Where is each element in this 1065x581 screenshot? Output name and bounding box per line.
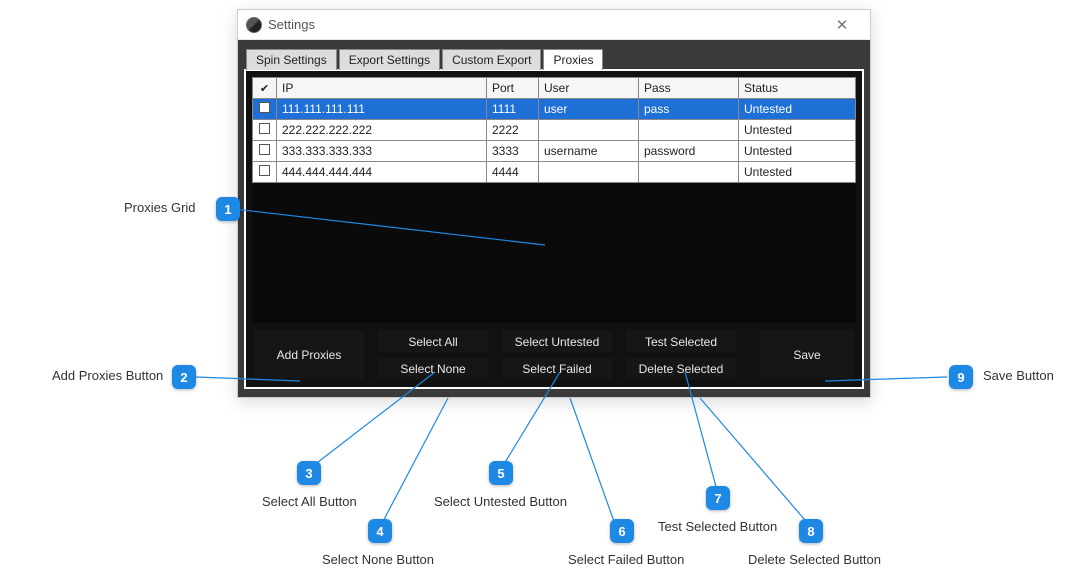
button-row: Add Proxies Select All Select None Selec… <box>252 323 856 381</box>
tab-content: ✔ IP Port User Pass Status 111.111.111.1… <box>244 69 864 389</box>
close-button[interactable]: ✕ <box>822 11 862 39</box>
tab-export-settings[interactable]: Export Settings <box>339 49 440 70</box>
header-pass[interactable]: Pass <box>639 78 739 99</box>
callout-bubble-7: 7 <box>706 486 730 510</box>
header-ip[interactable]: IP <box>277 78 487 99</box>
header-check[interactable]: ✔ <box>253 78 277 99</box>
button-label: Select Failed <box>522 362 591 376</box>
cell-status: Untested <box>739 99 856 120</box>
button-label: Select All <box>408 335 457 349</box>
callout-bubble-5: 5 <box>489 461 513 485</box>
header-user[interactable]: User <box>539 78 639 99</box>
callout-label-6: Select Failed Button <box>568 552 684 567</box>
cell-status: Untested <box>739 141 856 162</box>
button-label: Add Proxies <box>277 348 342 362</box>
callout-bubble-8: 8 <box>799 519 823 543</box>
cell-user: username <box>539 141 639 162</box>
settings-window: Settings ✕ Spin Settings Export Settings… <box>237 9 871 398</box>
row-checkbox[interactable] <box>259 165 270 176</box>
table-row[interactable]: 444.444.444.444 4444 Untested <box>253 162 856 183</box>
button-label: Delete Selected <box>639 362 724 376</box>
table-row[interactable]: 111.111.111.111 1111 user pass Untested <box>253 99 856 120</box>
row-checkbox[interactable] <box>259 144 270 155</box>
table-row[interactable]: 333.333.333.333 3333 username password U… <box>253 141 856 162</box>
callout-bubble-2: 2 <box>172 365 196 389</box>
tab-label: Custom Export <box>452 53 531 67</box>
button-label: Test Selected <box>645 335 717 349</box>
callout-bubble-4: 4 <box>368 519 392 543</box>
row-checkbox[interactable] <box>259 102 270 113</box>
close-icon: ✕ <box>836 16 849 34</box>
select-all-button[interactable]: Select All <box>378 331 488 352</box>
cell-status: Untested <box>739 120 856 141</box>
titlebar: Settings ✕ <box>238 10 870 40</box>
button-label: Select None <box>400 362 465 376</box>
tab-label: Spin Settings <box>256 53 327 67</box>
delete-selected-button[interactable]: Delete Selected <box>626 358 736 379</box>
callout-label-7: Test Selected Button <box>658 519 777 534</box>
select-failed-button[interactable]: Select Failed <box>502 358 612 379</box>
add-proxies-button[interactable]: Add Proxies <box>254 331 364 379</box>
cell-port: 1111 <box>487 99 539 120</box>
select-none-button[interactable]: Select None <box>378 358 488 379</box>
button-label: Save <box>793 348 820 362</box>
cell-user: user <box>539 99 639 120</box>
tab-spin-settings[interactable]: Spin Settings <box>246 49 337 70</box>
tab-custom-export[interactable]: Custom Export <box>442 49 541 70</box>
callout-label-9: Save Button <box>983 368 1054 383</box>
callout-label-3: Select All Button <box>262 494 357 509</box>
proxies-grid[interactable]: ✔ IP Port User Pass Status 111.111.111.1… <box>252 77 856 323</box>
cell-user <box>539 162 639 183</box>
test-selected-button[interactable]: Test Selected <box>626 331 736 352</box>
cell-port: 2222 <box>487 120 539 141</box>
grid-header-row: ✔ IP Port User Pass Status <box>253 78 856 99</box>
cell-pass: pass <box>639 99 739 120</box>
cell-pass <box>639 120 739 141</box>
cell-pass <box>639 162 739 183</box>
button-label: Select Untested <box>515 335 600 349</box>
header-port[interactable]: Port <box>487 78 539 99</box>
table-row[interactable]: 222.222.222.222 2222 Untested <box>253 120 856 141</box>
callout-label-2: Add Proxies Button <box>52 368 163 383</box>
client-area: Spin Settings Export Settings Custom Exp… <box>238 40 870 397</box>
cell-pass: password <box>639 141 739 162</box>
row-checkbox[interactable] <box>259 123 270 134</box>
cell-user <box>539 120 639 141</box>
tab-proxies[interactable]: Proxies <box>543 49 603 70</box>
cell-ip: 333.333.333.333 <box>277 141 487 162</box>
callout-bubble-9: 9 <box>949 365 973 389</box>
header-status[interactable]: Status <box>739 78 856 99</box>
callout-label-4: Select None Button <box>322 552 434 567</box>
select-untested-button[interactable]: Select Untested <box>502 331 612 352</box>
tab-label: Proxies <box>553 53 593 67</box>
callout-bubble-1: 1 <box>216 197 240 221</box>
cell-ip: 444.444.444.444 <box>277 162 487 183</box>
tab-label: Export Settings <box>349 53 430 67</box>
callout-label-5: Select Untested Button <box>434 494 567 509</box>
check-icon: ✔ <box>260 82 269 95</box>
tabs: Spin Settings Export Settings Custom Exp… <box>244 46 864 69</box>
callout-label-8: Delete Selected Button <box>748 552 881 567</box>
callout-label-1: Proxies Grid <box>124 200 196 215</box>
cell-ip: 222.222.222.222 <box>277 120 487 141</box>
callout-bubble-3: 3 <box>297 461 321 485</box>
grid-empty-area <box>252 183 856 323</box>
cell-port: 4444 <box>487 162 539 183</box>
callout-bubble-6: 6 <box>610 519 634 543</box>
cell-status: Untested <box>739 162 856 183</box>
window-title: Settings <box>268 17 822 32</box>
save-button[interactable]: Save <box>760 331 854 379</box>
cell-port: 3333 <box>487 141 539 162</box>
app-icon <box>246 17 262 33</box>
cell-ip: 111.111.111.111 <box>277 99 487 120</box>
